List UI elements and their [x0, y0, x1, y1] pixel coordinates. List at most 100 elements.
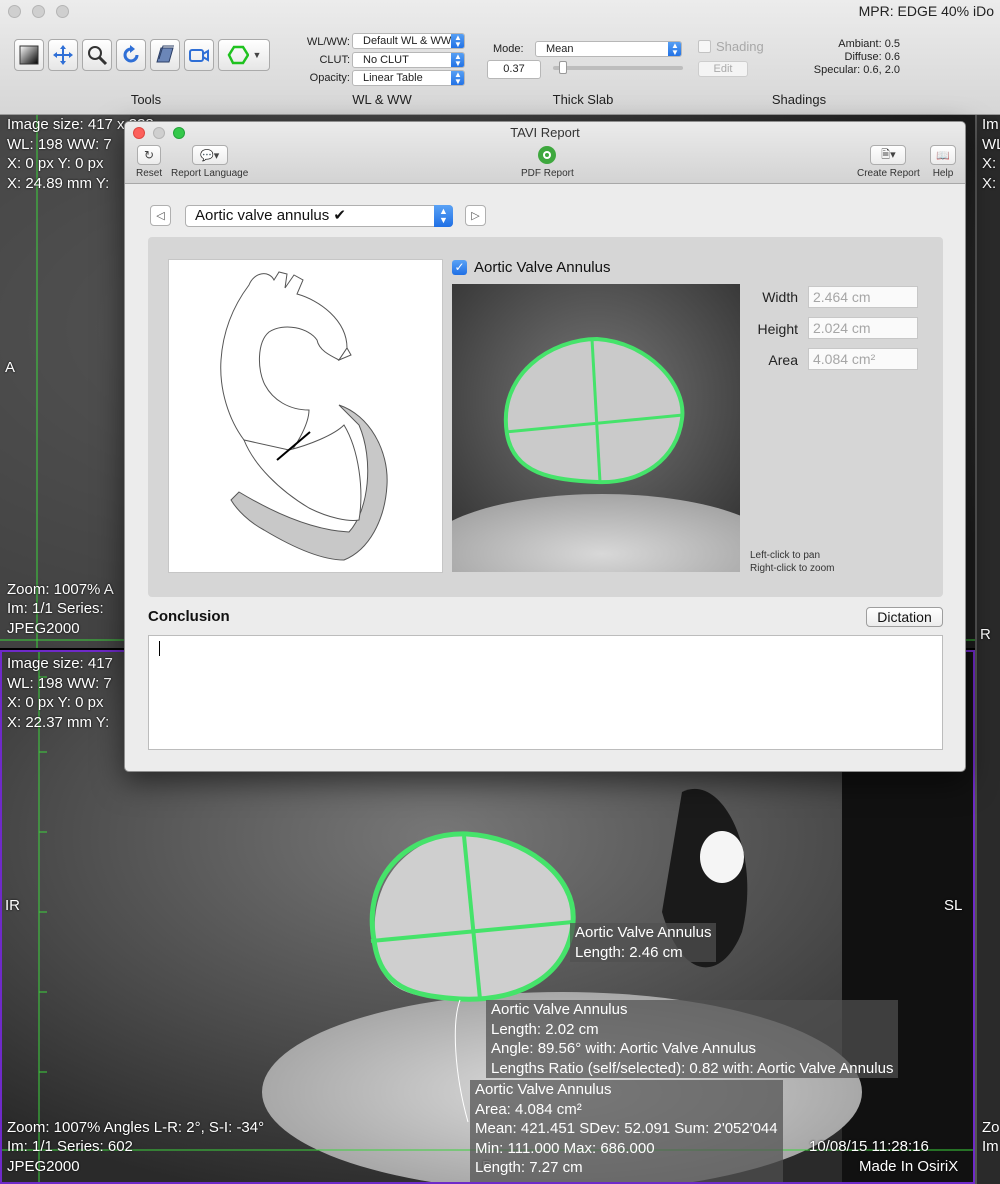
text-caret — [159, 641, 160, 656]
height-label-line-2: Length: 2.02 cm — [491, 1020, 599, 1038]
chevron-left-icon: ◁ — [156, 210, 165, 222]
clut-select-value: No CLUT — [363, 54, 409, 66]
mpr-viewport-right[interactable]: Im WL X: X: R Zo Im — [975, 115, 1000, 1184]
wl-contrast-tool-button[interactable] — [14, 39, 44, 71]
report-language-toolbar-item[interactable]: 💬▾ Report Language — [171, 145, 248, 179]
roi-tool-button[interactable]: ▼ — [218, 39, 270, 71]
step-select-value: Aortic valve annulus ✔ — [195, 207, 346, 224]
stack-layers-icon — [156, 45, 174, 63]
tavi-window-title: TAVI Report — [510, 125, 580, 140]
updown-arrows-icon: ▲ ▼ — [451, 71, 464, 85]
zoom-window-button[interactable] — [56, 5, 69, 18]
area-label-line-4: Min: 111.000 Max: 686.000 — [475, 1139, 655, 1157]
slab-slider-thumb[interactable] — [559, 61, 568, 74]
close-window-button[interactable] — [8, 5, 21, 18]
bottom-datetime: 10/08/15 11:28:16 — [809, 1138, 929, 1155]
help-toolbar-item[interactable]: 📖 Help — [930, 145, 956, 179]
bottom-image-size: Image size: 417 — [7, 655, 113, 672]
dictation-button[interactable]: Dictation — [866, 607, 943, 627]
gear-badge-icon — [538, 146, 557, 164]
area-label-line-1: Aortic Valve Annulus — [475, 1081, 612, 1098]
tools-section-label: Tools — [130, 92, 162, 107]
conclusion-textarea[interactable] — [148, 635, 943, 750]
shadings-section-label: Shadings — [771, 92, 827, 107]
bottom-format: JPEG2000 — [7, 1158, 80, 1175]
conclusion-label: Conclusion — [148, 608, 230, 625]
opacity-select[interactable]: Linear Table ▲ ▼ — [352, 70, 465, 86]
report-language-button[interactable]: 💬▾ — [191, 145, 228, 165]
step-select[interactable]: Aortic valve annulus ✔ ▲ ▼ — [185, 205, 453, 227]
polygon-roi-icon — [227, 45, 249, 65]
width-label-line-1: Aortic Valve Annulus — [575, 924, 712, 941]
right-wl-partial: WL — [982, 136, 1000, 153]
book-icon: 📖 — [936, 149, 950, 162]
reset-label: Reset — [136, 168, 163, 179]
tavi-report-window: TAVI Report ↻ Reset 💬▾ Report Language P… — [124, 121, 966, 772]
reset-button[interactable]: ↻ — [137, 145, 162, 165]
annulus-measurement-panel: ✓ Aortic Valve Annulus Width 2.464 cm He… — [148, 237, 943, 597]
create-report-toolbar-item[interactable]: 🗎▾ Create Report — [857, 145, 920, 179]
width-measure-label: Aortic Valve Annulus Length: 2.46 cm — [570, 923, 717, 962]
area-label-line-5: Length: 7.27 cm — [475, 1159, 583, 1176]
clut-label: CLUT: — [319, 54, 350, 66]
document-icon: 🗎▾ — [881, 148, 896, 161]
updown-arrows-icon: ▲ ▼ — [451, 34, 464, 48]
annulus-ct-preview[interactable] — [452, 284, 740, 572]
shading-edit-button[interactable]: Edit — [698, 61, 748, 77]
wl-ww-section-label: WL & WW — [352, 92, 412, 107]
clut-select[interactable]: No CLUT ▲ ▼ — [352, 52, 465, 68]
reset-toolbar-item[interactable]: ↻ Reset — [136, 145, 162, 179]
wl-contrast-icon — [19, 45, 39, 65]
annulus-enabled-checkbox[interactable]: ✓ — [452, 260, 467, 275]
rotate-icon — [123, 45, 139, 63]
area-field[interactable]: 4.084 cm² — [808, 348, 918, 370]
area-label-line-2: Area: 4.084 cm² — [475, 1100, 582, 1118]
minimize-window-button[interactable] — [32, 5, 45, 18]
bottom-wl-ww: WL: 198 WW: 7 — [7, 675, 112, 692]
specular-value: Specular: 0.6, 2.0 — [813, 64, 900, 76]
height-label-line-1: Aortic Valve Annulus — [491, 1001, 628, 1018]
right-x-partial: X: — [982, 155, 997, 172]
right-orientation: R — [980, 626, 991, 643]
heart-diagram-icon — [220, 271, 388, 561]
next-step-button[interactable]: ▷ — [465, 205, 486, 226]
help-button[interactable]: 📖 — [930, 145, 956, 165]
slab-thickness-field[interactable]: 0.37 — [487, 60, 541, 79]
height-field[interactable]: 2.024 cm — [808, 317, 918, 339]
shading-label: Shading — [716, 39, 764, 54]
bottom-orientation-right: SL — [944, 897, 963, 914]
annulus-ct-image — [452, 284, 740, 572]
previous-step-button[interactable]: ◁ — [150, 205, 171, 226]
width-field[interactable]: 2.464 cm — [808, 286, 918, 308]
rotate-tool-button[interactable] — [116, 39, 146, 71]
shading-checkbox[interactable] — [698, 40, 711, 53]
chevron-right-icon: ▷ — [471, 210, 480, 222]
pan-tool-button[interactable] — [48, 39, 78, 71]
wl-ww-label: WL/WW: — [306, 36, 350, 48]
slab-slider[interactable] — [553, 61, 683, 74]
zoom-magnifier-icon — [88, 46, 108, 66]
top-xy-mm: X: 24.89 mm Y: — [7, 175, 110, 192]
report-language-label: Report Language — [171, 168, 249, 179]
pdf-report-label: PDF Report — [521, 168, 574, 179]
diffuse-value: Diffuse: 0.6 — [844, 51, 900, 63]
window-title: MPR: EDGE 40% iDo — [858, 3, 994, 19]
movie-tool-button[interactable] — [184, 39, 214, 71]
create-report-label: Create Report — [857, 168, 920, 179]
pdf-report-toolbar-item[interactable]: PDF Report — [521, 145, 574, 179]
mode-select[interactable]: Mean ▲ ▼ — [535, 41, 682, 57]
zoom-tool-button[interactable] — [82, 39, 112, 71]
annulus-section-title: Aortic Valve Annulus — [474, 259, 611, 276]
wl-ww-select-value: Default WL & WW — [363, 35, 452, 47]
width-label-line-2: Length: 2.46 cm — [575, 943, 683, 961]
wl-ww-select[interactable]: Default WL & WW ▲ ▼ — [352, 33, 465, 49]
stack-tool-button[interactable] — [150, 39, 180, 71]
height-label-line-3: Angle: 89.56° with: Aortic Valve Annulus — [491, 1040, 757, 1057]
top-orientation-left: A — [5, 359, 16, 376]
area-label-line-3: Mean: 421.451 SDev: 52.091 Sum: 2'052'04… — [475, 1120, 778, 1137]
help-label: Help — [932, 168, 954, 179]
area-measure-label: Aortic Valve Annulus Area: 4.084 cm² Mea… — [470, 1080, 783, 1182]
bottom-made-in: Made In OsiriX — [859, 1158, 959, 1175]
create-report-button[interactable]: 🗎▾ — [870, 145, 907, 165]
pdf-report-button[interactable] — [535, 145, 559, 165]
